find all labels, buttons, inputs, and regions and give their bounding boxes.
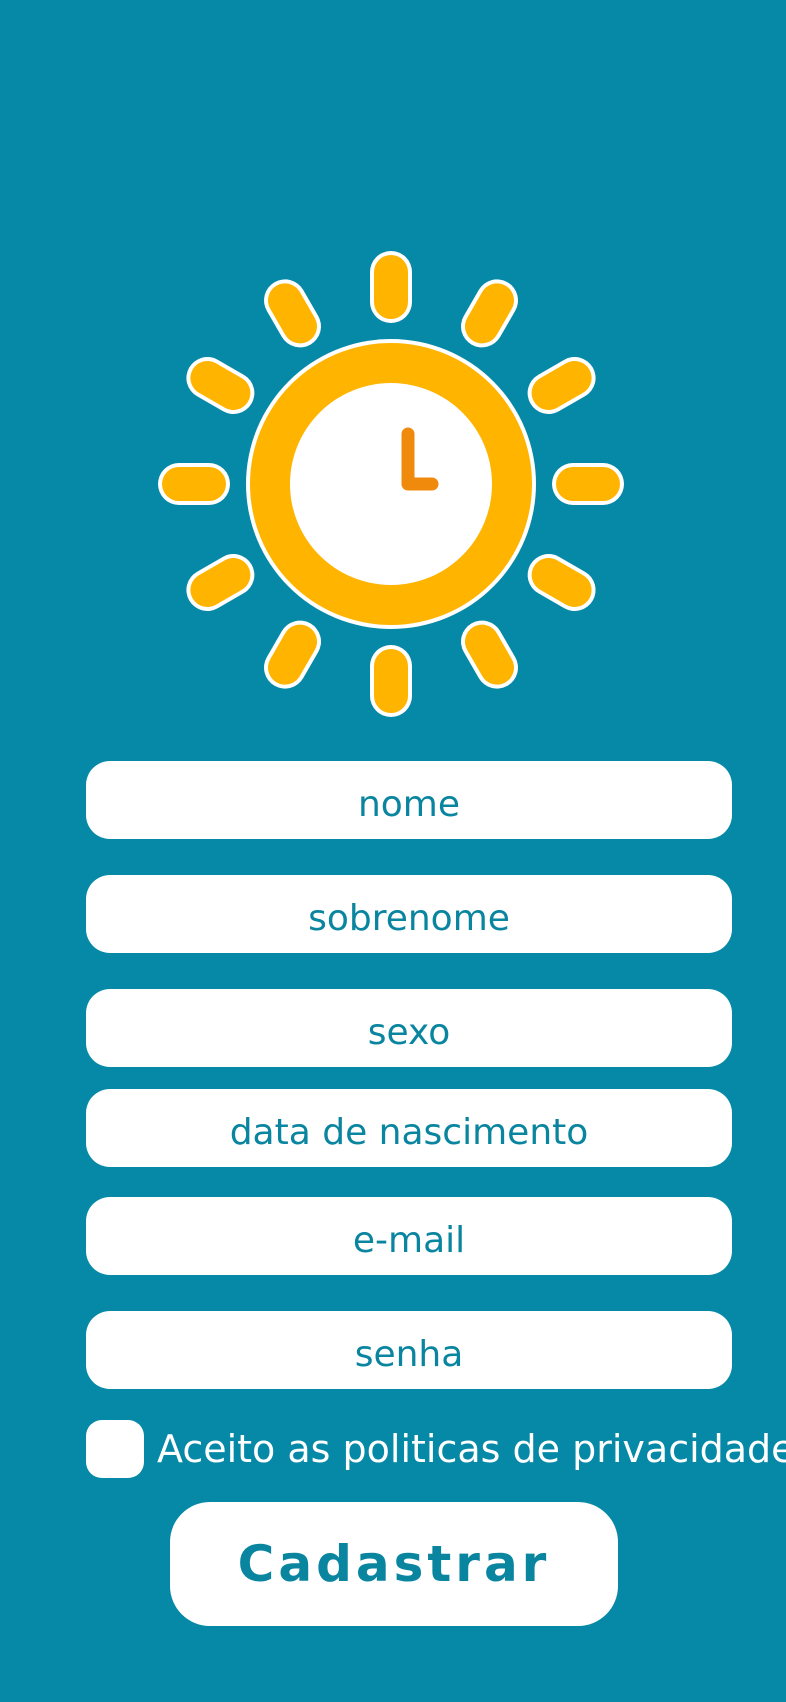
sun-ray-icon	[527, 357, 596, 414]
privacy-checkbox[interactable]	[86, 1420, 144, 1478]
sun-ray-icon	[370, 251, 412, 323]
cadastrar-button[interactable]: Cadastrar	[170, 1502, 618, 1626]
sun-ray-icon	[186, 357, 255, 414]
senha-input[interactable]	[86, 1311, 732, 1389]
sun-ray-icon	[461, 279, 518, 348]
sun-clock-logo	[158, 251, 624, 717]
sobrenome-input[interactable]	[86, 875, 732, 953]
data-nascimento-input[interactable]	[86, 1089, 732, 1167]
sun-ray-icon	[461, 620, 518, 689]
sun-ray-icon	[264, 620, 321, 689]
sun-ray-icon	[158, 463, 230, 505]
sun-ray-icon	[552, 463, 624, 505]
email-input[interactable]	[86, 1197, 732, 1275]
sun-ray-icon	[370, 645, 412, 717]
nome-input[interactable]	[86, 761, 732, 839]
privacy-label: Aceito as politicas de privacidade	[157, 1427, 786, 1471]
sun-ray-icon	[264, 279, 321, 348]
sun-ray-icon	[527, 554, 596, 611]
privacy-consent: Aceito as politicas de privacidade	[86, 1420, 786, 1478]
sun-ray-icon	[186, 554, 255, 611]
sexo-input[interactable]	[86, 989, 732, 1067]
clock-face	[290, 383, 492, 585]
